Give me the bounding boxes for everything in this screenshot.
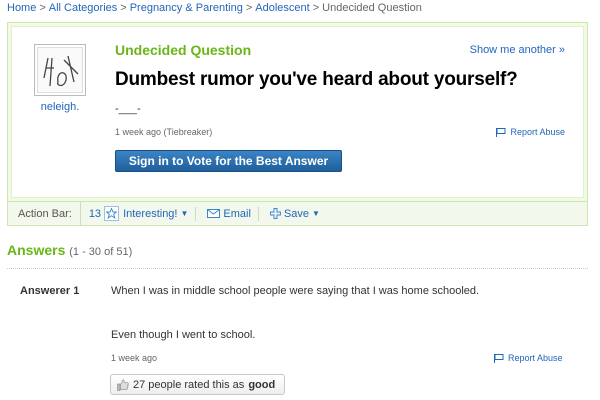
flag-icon	[494, 353, 504, 363]
breadcrumb-home[interactable]: Home	[7, 2, 36, 14]
asker-name[interactable]: neleigh.	[34, 101, 86, 113]
chevron-down-icon: ▼	[180, 209, 189, 218]
answers-divider	[7, 268, 588, 269]
breadcrumb-separator: >	[39, 2, 46, 14]
report-abuse-label: Report Abuse	[510, 127, 565, 137]
interesting-label: Interesting!	[123, 207, 178, 220]
rating-text: 27 people rated this as	[133, 378, 245, 391]
question-meta: 1 week ago (Tiebreaker)	[115, 127, 213, 137]
plus-icon	[269, 208, 281, 219]
breadcrumb-separator: >	[120, 2, 127, 14]
question-status-title: Undecided Question	[115, 42, 252, 58]
breadcrumb: Home > All Categories > Pregnancy & Parentin…	[7, 2, 422, 14]
answer-text-line: When I was in middle school people were …	[111, 285, 480, 297]
chevron-down-icon: ▼	[312, 209, 320, 218]
thumbs-up-icon	[117, 378, 129, 391]
save-label: Save	[283, 207, 309, 220]
breadcrumb-pregnancy-parenting[interactable]: Pregnancy & Parenting	[130, 2, 243, 14]
breadcrumb-separator: >	[312, 2, 320, 14]
star-icon[interactable]	[104, 206, 120, 221]
action-bar-divider	[257, 206, 259, 221]
question-detail: -___-	[115, 103, 141, 115]
interesting-count: 13	[88, 207, 102, 220]
breadcrumb-separator: >	[245, 2, 253, 14]
flag-icon	[496, 127, 506, 137]
show-another-link[interactable]: Show me another »	[470, 44, 565, 56]
rating-value: good	[248, 378, 276, 391]
answers-heading: Answers (1 - 30 of 51)	[7, 242, 132, 258]
breadcrumb-adolescent[interactable]: Adolescent	[255, 2, 309, 14]
sign-in-vote-button[interactable]: Sign in to Vote for the Best Answer	[115, 150, 342, 172]
interesting-button[interactable]: Interesting! ▼	[123, 208, 188, 220]
action-bar-label: Action Bar:	[8, 202, 81, 225]
avatar[interactable]	[34, 44, 86, 96]
save-button[interactable]: Save ▼	[269, 207, 320, 220]
email-label: Email	[223, 207, 251, 220]
breadcrumb-current: Undecided Question	[322, 2, 422, 14]
answer-report-abuse[interactable]: Report Abuse	[494, 353, 563, 363]
action-bar-divider	[195, 206, 197, 221]
answer-meta: 1 week ago	[111, 353, 158, 363]
answer-rating[interactable]: 27 people rated this as good	[110, 374, 285, 395]
question-report-abuse[interactable]: Report Abuse	[496, 127, 565, 137]
breadcrumb-all-categories[interactable]: All Categories	[49, 2, 117, 14]
question-panel-inner: neleigh. Undecided Question Show me anot…	[11, 26, 584, 198]
email-button[interactable]: Email	[207, 208, 251, 220]
answerer-name[interactable]: Answerer 1	[20, 285, 79, 297]
answers-title: Answers	[7, 242, 66, 258]
report-abuse-label: Report Abuse	[508, 353, 563, 363]
action-bar: Action Bar: 13 Interesting! ▼ Email Save…	[7, 202, 588, 226]
question-text: Dumbest rumor you've heard about yoursel…	[115, 69, 518, 90]
question-panel: neleigh. Undecided Question Show me anot…	[7, 22, 588, 202]
answer-text-line: Even though I went to school.	[111, 329, 256, 341]
answers-count: (1 - 30 of 51)	[69, 246, 133, 258]
envelope-icon	[207, 209, 221, 218]
avatar-image	[37, 47, 83, 93]
avatar-scribble-icon	[43, 55, 79, 87]
star-shape	[106, 208, 118, 219]
